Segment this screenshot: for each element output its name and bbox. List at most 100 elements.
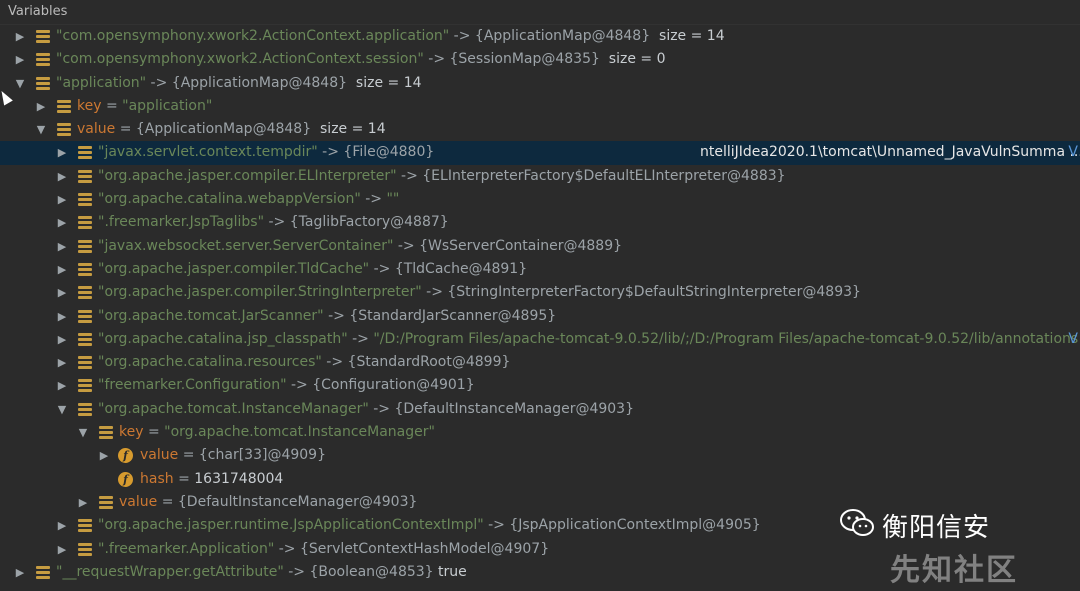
tree-row[interactable]: ▼ value = {ApplicationMap@4848} size = 14: [0, 118, 1080, 141]
variable-value: {char[33]@4909}: [198, 447, 326, 464]
expand-arrow-icon[interactable]: ▶: [14, 561, 26, 584]
map-entry-icon: [78, 146, 92, 160]
expand-arrow-icon[interactable]: ▶: [56, 165, 68, 188]
variable-name: "org.apache.catalina.webappVersion": [98, 191, 361, 208]
watermark: 衡阳信安 先知社区: [832, 505, 1062, 588]
map-entry-icon: [99, 426, 113, 440]
separator: =: [178, 447, 199, 464]
tree-row[interactable]: ▶ "javax.servlet.context.tempdir" -> {Fil…: [0, 141, 1080, 165]
map-entry-icon: [36, 30, 50, 43]
variable-value: "application": [122, 97, 213, 114]
expand-arrow-icon[interactable]: ▶: [56, 188, 68, 211]
row-content: "org.apache.jasper.compiler.TldCache" ->…: [98, 258, 527, 281]
variable-value: {StandardJarScanner@4895}: [349, 307, 557, 324]
tree-row[interactable]: ▼ key = "org.apache.tomcat.InstanceManage…: [0, 421, 1080, 444]
expand-arrow-icon[interactable]: ▶: [56, 211, 68, 234]
row-content: "com.opensymphony.xwork2.ActionContext.a…: [56, 25, 725, 48]
tree-row[interactable]: ▶ "org.apache.catalina.resources" -> {Sta…: [0, 351, 1080, 374]
expand-arrow-icon[interactable]: ▶: [56, 328, 68, 351]
variable-name: value: [140, 447, 179, 464]
expand-arrow-icon[interactable]: ▶: [56, 281, 68, 304]
tree-row[interactable]: ▶ "org.apache.tomcat.JarScanner" -> {Stan…: [0, 305, 1080, 328]
row-content: "javax.servlet.context.tempdir" -> {File…: [98, 141, 434, 164]
collapse-arrow-icon[interactable]: ▼: [14, 72, 26, 95]
variable-value: "org.apache.tomcat.InstanceManager": [164, 424, 435, 441]
variable-name: ".freemarker.JspTaglibs": [98, 214, 265, 231]
panel-title: Variables: [0, 0, 1080, 25]
expand-arrow-icon[interactable]: ▶: [35, 95, 47, 118]
tree-row[interactable]: ▶ "org.apache.jasper.compiler.StringInter…: [0, 281, 1080, 304]
collapse-arrow-icon[interactable]: ▼: [56, 398, 68, 421]
view-link[interactable]: V: [1068, 141, 1078, 164]
separator: ->: [360, 191, 387, 208]
variable-name: "org.apache.tomcat.JarScanner": [98, 307, 324, 324]
collapse-arrow-icon[interactable]: ▼: [77, 421, 89, 444]
view-link[interactable]: V: [1068, 328, 1078, 351]
row-content: "org.apache.catalina.webappVersion" -> "…: [98, 188, 399, 211]
separator: ->: [283, 563, 310, 580]
tree-row[interactable]: ▶ "org.apache.jasper.compiler.TldCache" -…: [0, 258, 1080, 281]
variable-value: {ApplicationMap@4848}: [171, 74, 348, 91]
separator: =: [173, 470, 195, 487]
tree-row[interactable]: ▶ ".freemarker.JspTaglibs" -> {TaglibFact…: [0, 211, 1080, 234]
variable-value: {TaglibFactory@4887}: [289, 214, 449, 231]
tree-row[interactable]: ▶ "com.opensymphony.xwork2.ActionContext.…: [0, 48, 1080, 71]
row-content: "freemarker.Configuration" -> {Configura…: [98, 374, 475, 397]
map-entry-icon: [36, 76, 50, 90]
variable-name: "javax.servlet.context.tempdir": [98, 144, 318, 161]
map-entry-icon: [78, 193, 92, 207]
variable-name: value: [119, 493, 158, 510]
expand-arrow-icon[interactable]: ▶: [56, 258, 68, 281]
separator: =: [157, 493, 178, 510]
map-entry-icon: [78, 286, 92, 300]
expand-arrow-icon[interactable]: ▶: [56, 538, 68, 561]
expand-arrow-icon[interactable]: ▶: [56, 305, 68, 328]
separator: =: [115, 121, 136, 138]
variable-name: "javax.websocket.server.ServerContainer": [98, 237, 394, 254]
expand-arrow-icon[interactable]: ▶: [56, 514, 68, 537]
variable-value: {ApplicationMap@4848}: [135, 121, 312, 138]
variable-value: {File@4880}: [343, 144, 435, 161]
expand-arrow-icon[interactable]: ▶: [14, 48, 26, 71]
separator: ->: [274, 540, 300, 557]
field-f-icon: f: [118, 448, 133, 464]
expand-arrow-icon[interactable]: ▶: [14, 25, 26, 48]
tree-row[interactable]: ▶ f value = {char[33]@4909}: [0, 444, 1080, 467]
variable-name: "freemarker.Configuration": [98, 377, 287, 394]
collapse-arrow-icon[interactable]: ▼: [35, 118, 47, 141]
tree-row[interactable]: ▶ "org.apache.jasper.compiler.ELInterpret…: [0, 165, 1080, 188]
tree-row[interactable]: ▼ "org.apache.tomcat.InstanceManager" -> …: [0, 398, 1080, 421]
map-entry-icon: [78, 262, 92, 276]
variable-name: "org.apache.jasper.runtime.JspApplicatio…: [98, 517, 484, 534]
tree-row[interactable]: ▼ "application" -> {ApplicationMap@4848} …: [0, 72, 1080, 95]
tree-row[interactable]: ▶ "com.opensymphony.xwork2.ActionContext.…: [0, 25, 1080, 48]
expand-arrow-icon[interactable]: ▶: [98, 444, 110, 467]
tree-row[interactable]: ▶ key = "application": [0, 95, 1080, 118]
variable-value: "": [386, 191, 400, 208]
map-entry-icon: [78, 332, 92, 346]
separator: ->: [317, 144, 344, 161]
variable-name: value: [77, 121, 116, 138]
tree-row[interactable]: ▶ "freemarker.Configuration" -> {Configur…: [0, 374, 1080, 397]
expand-arrow-icon[interactable]: ▶: [56, 374, 68, 397]
expand-arrow-icon[interactable]: ▶: [56, 235, 68, 258]
variable-value: {Boolean@4853}: [309, 563, 434, 580]
row-content: ".freemarker.JspTaglibs" -> {TaglibFacto…: [98, 211, 449, 234]
tree-row[interactable]: ▶ "org.apache.catalina.webappVersion" -> …: [0, 188, 1080, 211]
expand-arrow-icon[interactable]: ▶: [77, 491, 89, 514]
variable-name: "org.apache.jasper.compiler.ELInterprete…: [98, 167, 397, 184]
variable-name: hash: [140, 470, 174, 487]
variable-name: "org.apache.tomcat.InstanceManager": [98, 400, 369, 417]
expand-arrow-icon[interactable]: ▶: [56, 351, 68, 374]
row-content: "org.apache.tomcat.JarScanner" -> {Stand…: [98, 305, 556, 328]
variable-value: {StandardRoot@4899}: [347, 354, 511, 371]
tree-row[interactable]: f hash = 1631748004: [0, 468, 1080, 491]
value-preview: ntelliJIdea2020.1\tomcat\Unnamed_JavaVul…: [700, 144, 1080, 161]
separator: ->: [146, 74, 172, 91]
variable-name: "com.opensymphony.xwork2.ActionContext.a…: [56, 28, 450, 44]
tree-row[interactable]: ▶ "org.apache.catalina.jsp_classpath" -> …: [0, 328, 1080, 351]
separator: ->: [483, 517, 510, 534]
expand-arrow-icon[interactable]: ▶: [56, 141, 68, 164]
row-content: "application" -> {ApplicationMap@4848} s…: [56, 72, 422, 95]
tree-row[interactable]: ▶ "javax.websocket.server.ServerContainer…: [0, 235, 1080, 258]
